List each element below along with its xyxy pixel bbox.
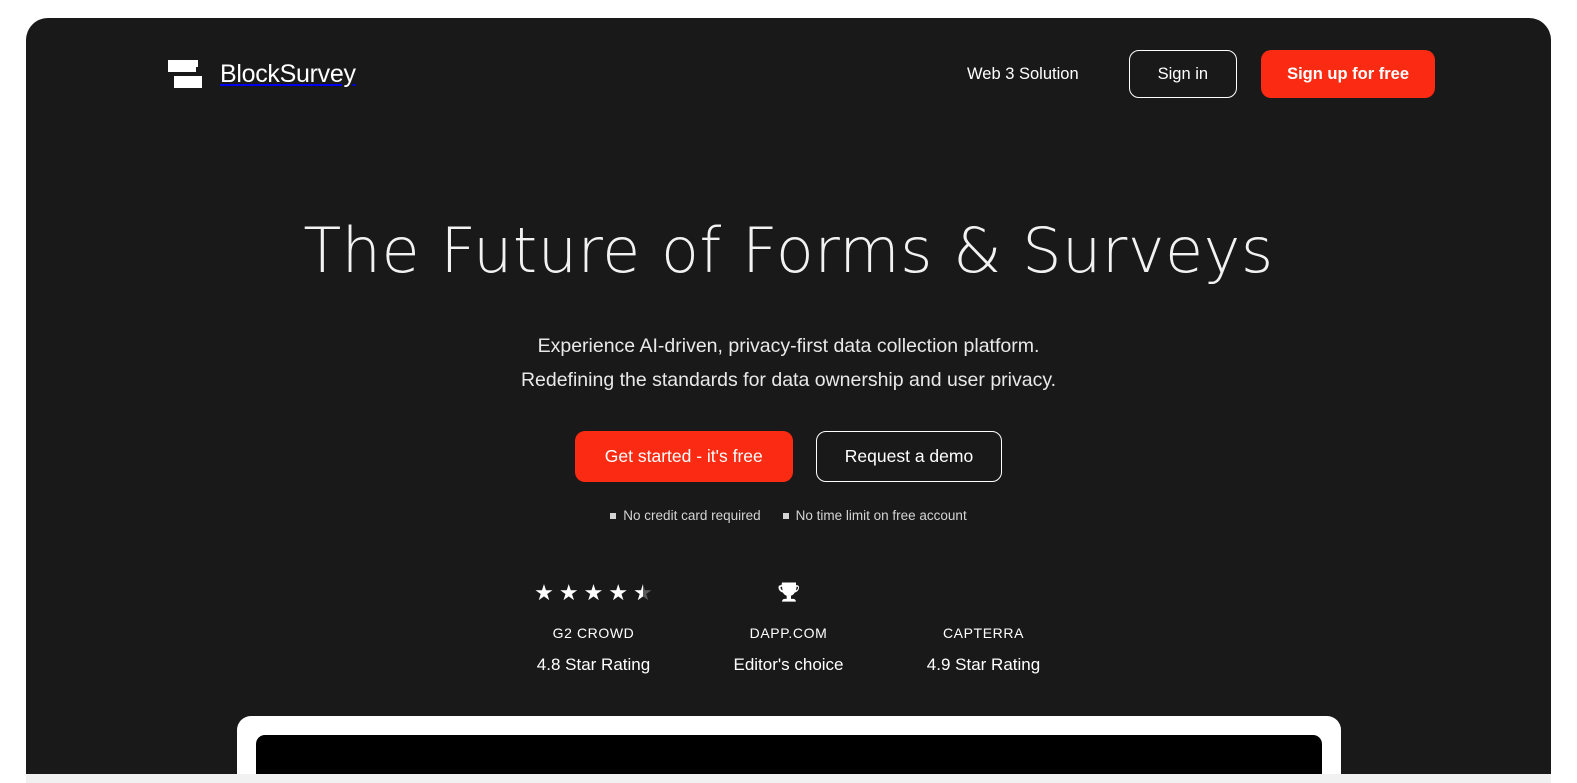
badge-icon-empty [886,577,1081,609]
note-no-time-limit: No time limit on free account [782,508,967,524]
sign-in-button[interactable]: Sign in [1128,50,1238,98]
hero-subtitle: Experience AI-driven, privacy-first data… [26,330,1551,398]
brand-name: BlockSurvey [220,59,356,88]
request-demo-button[interactable]: Request a demo [815,431,1003,483]
badge-g2-crowd: ★ ★ ★ ★ ★ G2 CROWD 4.8 Star Rating [496,577,691,675]
note-no-credit-card: No credit card required [610,508,761,524]
trophy-icon [691,577,886,609]
blocksurvey-logo-icon [168,58,206,90]
product-screenshot-preview [236,716,1341,783]
header-actions: Web 3 Solution Sign in Sign up for free [967,50,1435,98]
square-bullet-icon [610,512,617,519]
badge-name: CAPTERRA [942,625,1025,642]
hero-notes: No credit card required No time limit on… [26,508,1551,523]
hero-subtitle-line-2: Redefining the standards for data owners… [520,369,1057,392]
square-bullet-icon [782,512,789,519]
badge-capterra: CAPTERRA 4.9 Star Rating [886,577,1081,675]
hero-subtitle-line-1: Experience AI-driven, privacy-first data… [537,335,1040,358]
badge-value: 4.9 Star Rating [926,655,1041,675]
page-container: BlockSurvey Web 3 Solution Sign in Sign … [26,18,1551,783]
hero-section: The Future of Forms & Surveys Experience… [26,130,1551,675]
hero-cta-group: Get started - it's free Request a demo [26,431,1551,483]
badge-name: G2 CROWD [552,625,635,642]
badge-value: Editor's choice [733,655,844,675]
badge-dapp-com: DAPP.COM Editor's choice [691,577,886,675]
page-title: The Future of Forms & Surveys [303,214,1274,287]
rating-badges: ★ ★ ★ ★ ★ G2 CROWD 4.8 Star Rating DAPP. [26,577,1551,675]
nav-link-web3-solution[interactable]: Web 3 Solution [967,65,1079,84]
brand-logo[interactable]: BlockSurvey [168,58,356,90]
footer-strip [26,774,1551,783]
sign-up-button[interactable]: Sign up for free [1261,50,1435,98]
site-header: BlockSurvey Web 3 Solution Sign in Sign … [26,18,1551,130]
badge-value: 4.8 Star Rating [536,655,651,675]
note-no-credit-card-label: No credit card required [623,508,761,524]
note-no-time-limit-label: No time limit on free account [795,508,967,524]
star-rating-icon: ★ ★ ★ ★ ★ [496,577,691,609]
badge-name: DAPP.COM [749,625,828,642]
get-started-button[interactable]: Get started - it's free [574,431,793,483]
